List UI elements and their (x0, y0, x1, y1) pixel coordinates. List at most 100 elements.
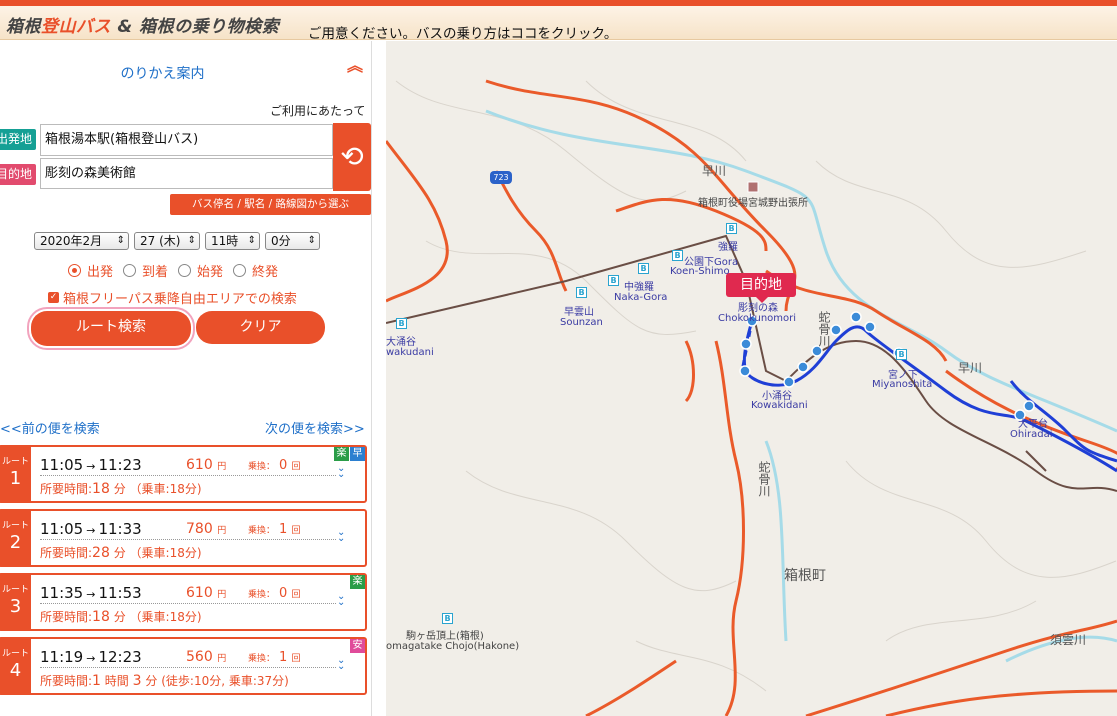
route-badges: 楽 (350, 575, 365, 589)
fare-value: 610 (186, 585, 213, 601)
destination-input[interactable]: 彫刻の森美術館 (40, 158, 333, 189)
route-search-button[interactable]: ルート検索 (27, 307, 195, 350)
route-transfers: 乗換： 1 回 (248, 522, 300, 537)
route-transfers: 乗換： 1 回 (248, 650, 300, 665)
route-card[interactable]: ルート 3 11:35 → 11:53 610 円 乗換： 0 回所要時間:18 分 （乗車:… (0, 573, 367, 631)
freepass-checkbox[interactable]: ✓ (48, 292, 59, 303)
bus-stop-icon[interactable]: B (442, 613, 453, 624)
site-header: 箱根登山バス & 箱根の乗り物検索 ご用意ください。バスの乗り方はココをクリック… (0, 6, 1117, 42)
route-number-value: 1 (9, 468, 22, 489)
route-number-label: ルート (1, 585, 29, 595)
route-divider (40, 603, 336, 604)
arrow-right-icon: → (86, 588, 96, 601)
radio-dot[interactable] (233, 264, 247, 277)
river-label: 早川 (958, 361, 983, 375)
duration-minutes: 3 (132, 673, 142, 689)
arrow-right-icon: → (86, 524, 96, 537)
logo-text-search: & 箱根の乗り物検索 (111, 17, 280, 37)
transfer-label: 乗換： (248, 526, 276, 536)
swap-origin-destination-button[interactable]: ⟲ (333, 123, 371, 191)
next-departure-link[interactable]: 次の便を検索>> (265, 418, 365, 437)
hour-select[interactable]: 11時 (205, 232, 260, 250)
route-card[interactable]: ルート 2 11:05 → 11:33 780 円 乗換： 1 回所要時間:28 分 （乗車:… (0, 509, 367, 567)
radio-dot[interactable] (178, 264, 192, 277)
search-type-radio[interactable]: 終発 (233, 261, 278, 280)
route-number-value: 3 (9, 596, 22, 617)
map-label: Kowakidani (751, 400, 808, 411)
fare-unit: 円 (217, 526, 227, 536)
fare-unit: 円 (217, 462, 227, 472)
map-label: 彫刻の森 (738, 303, 778, 314)
logo-text-tozan-bus: 登山バス (41, 17, 111, 37)
select-stop-button[interactable]: バス停名 / 駅名 / 路線図から選ぶ (170, 194, 371, 215)
route-badge: 楽 (334, 447, 349, 461)
map-label: Sounzan (560, 317, 603, 328)
collapse-panel-button[interactable]: ︽ (340, 58, 370, 87)
date-time-selects: 2020年2月 27 (木) 11時 0分 (34, 232, 320, 250)
route-card[interactable]: ルート 4 11:19 → 12:23 560 円乗換： 1 回所要時間:1 時間 3 分 … (0, 637, 367, 695)
departure-time: 11:19 (40, 648, 84, 666)
arrow-right-icon: → (86, 652, 96, 665)
duration-value: 1 (92, 673, 101, 689)
bus-stop-icon[interactable]: B (608, 275, 619, 286)
route-number-label: ルート (1, 457, 29, 467)
origin-input[interactable]: 箱根湯本駅(箱根登山バス) (40, 124, 333, 156)
radio-dot[interactable] (123, 264, 137, 277)
bus-stop-icon[interactable]: B (396, 318, 407, 329)
duration-label: 所要時間: (40, 482, 93, 496)
usage-terms-link[interactable]: ご利用にあたって (270, 102, 365, 119)
expand-chevron-icon[interactable]: ⌄ ⌄ (337, 592, 345, 608)
prev-departure-link[interactable]: <<前の便を検索 (0, 418, 100, 437)
transfer-label: 乗換： (248, 462, 276, 472)
route-fare: 610 円 (186, 457, 226, 473)
duration-label: 所要時間: (40, 546, 93, 560)
search-type-radio[interactable]: 始発 (178, 261, 223, 280)
fare-unit: 円 (217, 590, 227, 600)
double-chevron-up-icon: ︽ (346, 56, 363, 75)
arrival-time: 11:53 (98, 584, 142, 602)
freepass-option[interactable]: ✓ 箱根フリーパス乗降自由エリアでの検索 (48, 288, 297, 307)
route-duration: 所要時間:18 分 （乗車:18分) (40, 608, 202, 625)
route-number-value: 4 (9, 660, 22, 681)
route-number-label: ルート (1, 649, 29, 659)
radio-label: 到着 (142, 265, 169, 280)
panel-title: のりかえ案内 (120, 66, 205, 82)
bus-stop-icon[interactable]: B (896, 349, 907, 360)
expand-chevron-icon[interactable]: ⌄ ⌄ (337, 528, 345, 544)
duration-detail: (徒歩:10分, 乗車:37分) (161, 674, 289, 688)
map-label: wakudani (386, 347, 434, 358)
radio-label: 始発 (197, 265, 224, 280)
river-label: 須雲川 (1050, 633, 1087, 647)
search-type-radio[interactable]: 出発 (68, 261, 113, 280)
minute-select[interactable]: 0分 (265, 232, 320, 250)
expand-chevron-icon[interactable]: ⌄ ⌄ (337, 656, 345, 672)
radio-dot[interactable] (68, 264, 81, 277)
expand-chevron-icon[interactable]: ⌄ ⌄ (337, 464, 345, 480)
bus-guide-notice[interactable]: ご用意ください。バスの乗り方はココをクリック。 (308, 22, 617, 42)
route-card[interactable]: ルート 1 11:05 → 11:23 610 円 乗換： 0 回所要時間:18 分 （乗車:… (0, 445, 367, 503)
route-badges: 楽早 (334, 447, 365, 461)
route-divider (40, 667, 336, 668)
transfer-unit: 回 (291, 526, 301, 536)
bus-stop-icon[interactable]: B (672, 250, 683, 261)
map-label: 中強羅 (624, 282, 654, 293)
destination-label: 目的地 (0, 164, 36, 185)
clear-button[interactable]: クリア (196, 311, 325, 344)
route-divider (40, 539, 336, 540)
route-duration: 所要時間:1 時間 3 分 (徒歩:10分, 乗車:37分) (40, 672, 289, 689)
swap-arrows-icon: ⟲ (340, 140, 364, 173)
route-number: ルート 3 (0, 575, 31, 629)
bus-stop-icon[interactable]: B (576, 287, 587, 298)
day-select[interactable]: 27 (木) (134, 232, 200, 250)
year-month-select[interactable]: 2020年2月 (34, 232, 129, 250)
bus-stop-icon[interactable]: B (726, 223, 737, 234)
site-logo[interactable]: 箱根登山バス & 箱根の乗り物検索 (6, 12, 279, 37)
road-number-sign: 723 (490, 171, 512, 184)
search-type-radio[interactable]: 到着 (123, 261, 168, 280)
bus-stop-icon[interactable]: B (638, 263, 649, 274)
map-label: 強羅 (718, 242, 738, 253)
duration-unit: 分 (113, 610, 126, 624)
destination-pin[interactable]: 目的地 (726, 273, 796, 303)
route-map[interactable]: 723 目的地 箱根町 箱根町役場宮城野出張所 B 強羅 B 公園下Gora K… (386, 41, 1117, 716)
duration-value: 18 (92, 609, 110, 625)
